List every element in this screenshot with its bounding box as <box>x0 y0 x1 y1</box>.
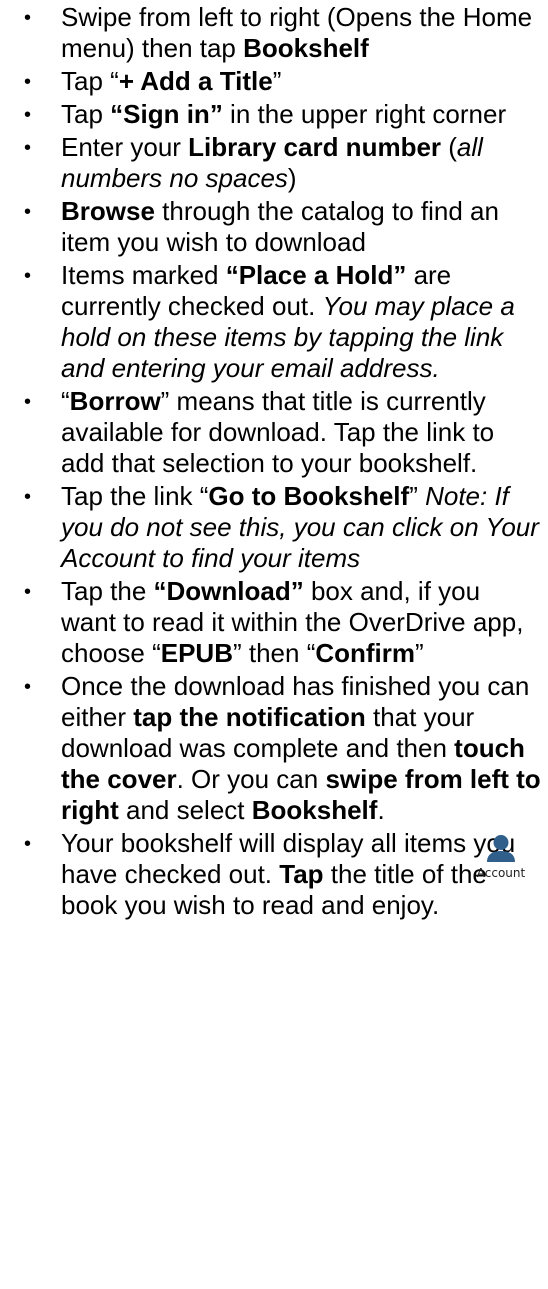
bullet-icon: • <box>24 833 32 855</box>
bullet-icon: • <box>24 581 32 603</box>
text-run: Tap the link “ <box>61 481 209 511</box>
emphasis-bold: Browse <box>61 196 155 226</box>
instruction-step: • Tap the link “Go to Bookshelf” Note: If… <box>0 481 548 574</box>
text-run: . Or you can <box>176 764 326 794</box>
instruction-list: • Swipe from left to right (Opens the Hom… <box>0 2 548 923</box>
text-run: . <box>377 795 385 825</box>
step-text: Browse through the catalog to find an it… <box>61 196 499 257</box>
bullet-icon: • <box>24 201 32 223</box>
emphasis-bold: EPUB <box>160 638 233 668</box>
emphasis-bold: + Add a Title <box>118 66 273 96</box>
instruction-step: • Items marked “Place a Hold” are current… <box>0 260 548 384</box>
text-run: and select <box>118 795 252 825</box>
step-text: Items marked “Place a Hold” are currentl… <box>61 260 515 383</box>
emphasis-bold: Bookshelf <box>251 795 378 825</box>
instruction-step: • Tap “Sign in” in the upper right corner <box>0 99 548 130</box>
person-icon <box>471 833 531 863</box>
bullet-icon: • <box>24 137 32 159</box>
step-text: Your bookshelf will display all items yo… <box>61 828 515 920</box>
text-run: Items marked <box>61 260 226 290</box>
emphasis-bold: Go to Bookshelf <box>208 481 410 511</box>
text-run: ” then “ <box>232 638 316 668</box>
step-text: Tap the “Download” box and, if you want … <box>61 576 523 668</box>
text-run: in the upper right corner <box>222 99 507 129</box>
account-label: Account <box>476 866 526 880</box>
text-run: Enter your <box>61 132 189 162</box>
bullet-icon: • <box>24 71 32 93</box>
text-run: ) <box>287 163 297 193</box>
instruction-step: • Tap the “Download” box and, if you want… <box>0 576 548 669</box>
text-run: ” <box>415 638 424 668</box>
instruction-step: • Once the download has finished you can … <box>0 671 548 826</box>
step-text: Swipe from left to right (Opens the Home… <box>61 2 532 63</box>
emphasis-bold: Borrow <box>69 386 161 416</box>
instruction-step: • Your bookshelf will display all items y… <box>0 828 548 921</box>
bullet-icon: • <box>24 486 32 508</box>
step-text: Tap the link “Go to Bookshelf” Note: If … <box>61 481 539 573</box>
text-run: “ <box>61 386 70 416</box>
instruction-step: • Enter your Library card number (all num… <box>0 132 548 194</box>
emphasis-bold: Tap <box>279 859 324 889</box>
account-button[interactable]: Account <box>471 833 531 880</box>
step-text: Once the download has finished you can e… <box>61 671 541 825</box>
step-text: “Borrow” means that title is currently a… <box>61 386 494 478</box>
text-run: ” <box>409 481 426 511</box>
step-text: Tap “+ Add a Title” <box>61 66 281 96</box>
bullet-icon: • <box>24 7 32 29</box>
emphasis-bold: Library card number <box>188 132 442 162</box>
emphasis-bold: Confirm <box>315 638 416 668</box>
bullet-icon: • <box>24 676 32 698</box>
text-run: Tap the <box>61 576 154 606</box>
instruction-step: • Browse through the catalog to find an i… <box>0 196 548 258</box>
bullet-icon: • <box>24 391 32 413</box>
emphasis-bold: tap the notification <box>133 702 366 732</box>
instruction-step: • “Borrow” means that title is currently … <box>0 386 548 479</box>
bullet-icon: • <box>24 265 32 287</box>
step-text: Enter your Library card number (all numb… <box>61 132 483 193</box>
step-text: Tap “Sign in” in the upper right corner <box>61 99 506 129</box>
bullet-icon: • <box>24 104 32 126</box>
emphasis-bold: Bookshelf <box>243 33 369 63</box>
instruction-step: • Swipe from left to right (Opens the Hom… <box>0 2 548 64</box>
text-run: Tap <box>61 99 111 129</box>
text-run: ” <box>272 66 282 96</box>
emphasis-bold: “Place a Hold” <box>225 260 407 290</box>
text-run: ( <box>441 132 457 162</box>
emphasis-bold: “Sign in” <box>110 99 223 129</box>
text-run: Tap “ <box>61 66 119 96</box>
emphasis-bold: “Download” <box>153 576 304 606</box>
instruction-step: • Tap “+ Add a Title” <box>0 66 548 97</box>
